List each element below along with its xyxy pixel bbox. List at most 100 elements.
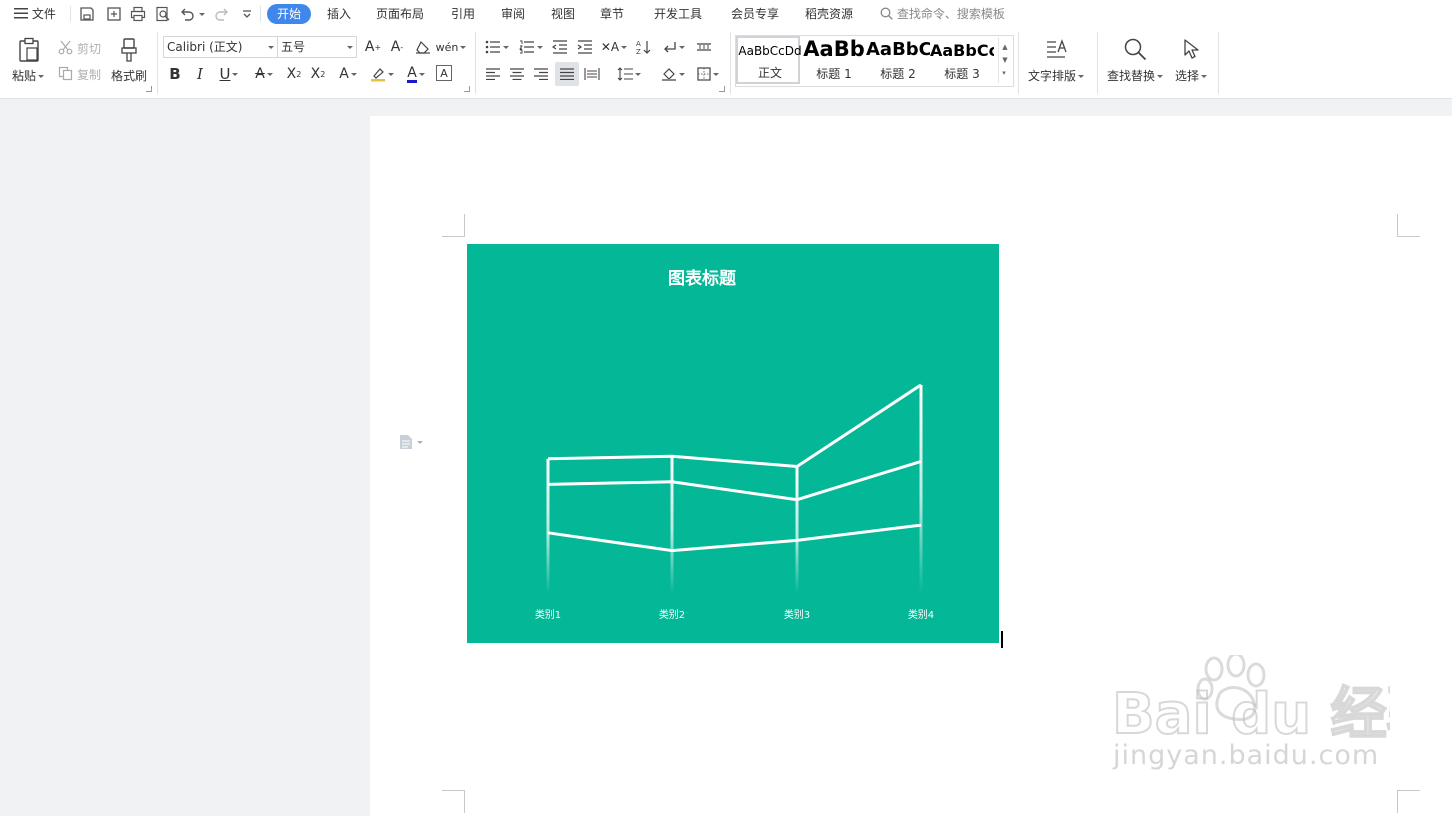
find-replace-icon[interactable] <box>1122 36 1148 62</box>
print-icon[interactable] <box>129 5 147 23</box>
grow-font-icon[interactable]: A + <box>364 38 382 56</box>
format-painter-label[interactable]: 格式刷 <box>111 67 147 84</box>
x-axis-label: 类别3 <box>784 608 810 621</box>
format-painter-icon[interactable] <box>117 36 141 64</box>
grid-lines-icon[interactable] <box>694 38 714 56</box>
styles-scroll-icon[interactable]: ▲ ▼ ▾ <box>998 37 1011 83</box>
svg-text:Z: Z <box>636 48 641 55</box>
divider <box>157 32 158 94</box>
clear-format-icon[interactable] <box>414 38 432 56</box>
increase-indent-icon[interactable] <box>576 38 594 56</box>
line-chart[interactable]: 图表标题 类别1 类别2 类别3 类别4 <box>467 244 999 643</box>
cut-label[interactable]: 剪切 <box>77 40 101 57</box>
file-menu[interactable]: 文件 <box>14 0 56 28</box>
borders-icon[interactable] <box>694 65 722 83</box>
numbered-list-icon[interactable] <box>518 38 544 56</box>
divider <box>1218 32 1219 94</box>
style-heading-3[interactable]: AaBbCc 标题 3 <box>930 36 994 84</box>
document-icon <box>400 435 423 449</box>
shading-icon[interactable] <box>659 65 687 83</box>
paragraph-dialog-launcher[interactable] <box>719 86 725 92</box>
subscript-icon[interactable]: X2 <box>308 64 328 84</box>
text-layout-icon[interactable] <box>1043 36 1069 62</box>
select-cursor-icon[interactable] <box>1179 36 1203 62</box>
select-button[interactable]: 选择 <box>1175 67 1208 84</box>
paste-button[interactable]: 粘贴 <box>12 67 45 84</box>
copy-label[interactable]: 复制 <box>77 66 101 83</box>
undo-dropdown-icon[interactable] <box>196 5 206 23</box>
pinyin-guide-icon[interactable]: wén <box>436 38 467 56</box>
font-color-icon[interactable]: A <box>402 64 430 84</box>
tab-docer-resources[interactable]: 稻壳资源 <box>805 0 853 28</box>
bullet-list-icon[interactable] <box>484 38 510 56</box>
tab-member[interactable]: 会员专享 <box>731 0 779 28</box>
underline-icon[interactable]: U <box>215 64 243 84</box>
distributed-icon[interactable] <box>583 65 601 83</box>
paste-icon[interactable] <box>16 36 42 64</box>
find-replace-button[interactable]: 查找替换 <box>1107 67 1164 84</box>
cut-icon[interactable] <box>57 39 73 55</box>
tab-view[interactable]: 视图 <box>551 0 575 28</box>
command-search[interactable]: 查找命令、搜索模板 <box>880 0 1005 28</box>
bold-icon[interactable]: B <box>166 64 184 84</box>
tab-insert[interactable]: 插入 <box>327 0 351 28</box>
highlight-icon[interactable] <box>368 64 396 84</box>
style-heading-2[interactable]: AaBbC 标题 2 <box>866 36 930 84</box>
series-line-3[interactable] <box>547 383 922 469</box>
font-name-select[interactable]: Calibri (正文) <box>163 36 278 58</box>
print-preview-icon[interactable] <box>154 5 172 23</box>
tab-developer[interactable]: 开发工具 <box>654 0 702 28</box>
series-line-2[interactable] <box>547 459 922 502</box>
export-pdf-icon[interactable] <box>105 5 123 23</box>
select-label: 选择 <box>1175 69 1200 83</box>
strikethrough-icon[interactable]: A <box>250 64 278 84</box>
shrink-font-icon[interactable]: A- <box>388 38 406 56</box>
style-heading-2-name: 标题 2 <box>880 67 916 81</box>
text-cursor <box>1001 631 1003 648</box>
align-left-icon[interactable] <box>484 65 502 83</box>
decrease-indent-icon[interactable] <box>551 38 569 56</box>
align-right-icon[interactable] <box>532 65 550 83</box>
x-axis-label: 类别1 <box>535 608 561 621</box>
file-menu-label: 文件 <box>31 7 56 21</box>
style-heading-3-name: 标题 3 <box>944 67 980 81</box>
paragraph-handle[interactable] <box>398 434 426 453</box>
align-center-icon[interactable] <box>508 65 526 83</box>
tab-page-layout[interactable]: 页面布局 <box>376 0 424 28</box>
clipboard-dialog-launcher[interactable] <box>146 86 152 92</box>
redo-icon[interactable] <box>213 5 231 23</box>
justify-icon[interactable] <box>555 62 579 86</box>
superscript-icon[interactable]: X2 <box>284 64 304 84</box>
watermark-url: jingyan.baidu.com <box>1113 740 1380 771</box>
tab-start[interactable]: 开始 <box>267 4 311 24</box>
style-heading-1[interactable]: AaBb 标题 1 <box>802 36 866 84</box>
text-layout-button[interactable]: 文字排版 <box>1028 67 1085 84</box>
style-heading-3-preview: AaBbCc <box>930 41 994 60</box>
drop-line <box>795 466 799 594</box>
divider <box>260 6 261 22</box>
show-marks-icon[interactable] <box>659 38 687 56</box>
italic-icon[interactable]: I <box>191 64 209 84</box>
chart-plot: 类别1 类别2 类别3 类别4 <box>535 383 934 621</box>
tab-chapter[interactable]: 章节 <box>600 0 624 28</box>
style-normal[interactable]: AaBbCcDd 正文 <box>736 36 802 84</box>
char-border-icon[interactable]: A <box>436 65 452 81</box>
search-icon <box>880 7 893 20</box>
customize-toolbar-icon[interactable] <box>238 5 256 23</box>
svg-text:A: A <box>636 40 641 48</box>
copy-icon[interactable] <box>57 65 73 81</box>
tab-review[interactable]: 审阅 <box>501 0 525 28</box>
sort-icon[interactable]: AZ <box>634 38 652 56</box>
tab-references[interactable]: 引用 <box>451 0 475 28</box>
line-spacing-icon[interactable] <box>614 65 644 83</box>
ribbon-toolbar: 粘贴 剪切 复制 格式刷 Calibri (正文) 五号 A + A- wén B… <box>0 28 1452 99</box>
save-icon[interactable] <box>78 5 96 23</box>
font-size-select[interactable]: 五号 <box>277 36 357 58</box>
font-dialog-launcher[interactable] <box>464 86 470 92</box>
style-normal-name: 正文 <box>757 66 782 80</box>
drop-line <box>919 384 923 594</box>
chinese-layout-icon[interactable]: ✕A <box>600 38 628 56</box>
undo-icon[interactable] <box>178 5 196 23</box>
series-line-1[interactable] <box>547 523 922 553</box>
text-effect-icon[interactable]: A <box>334 64 362 84</box>
